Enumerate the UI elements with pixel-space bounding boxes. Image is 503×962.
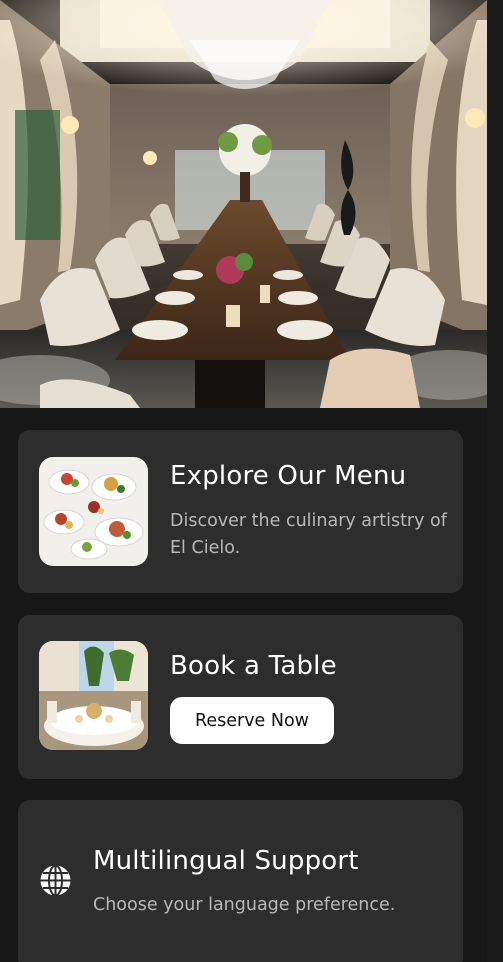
book-table-card: Book a Table Reserve Now: [18, 615, 463, 779]
app-screen: Explore Our Menu Discover the culinary a…: [0, 0, 503, 962]
explore-menu-title: Explore Our Menu: [170, 461, 407, 491]
reserve-now-button[interactable]: Reserve Now: [170, 697, 334, 744]
multilingual-support-description: Choose your language preference.: [93, 895, 396, 915]
dining-room-illustration: [0, 0, 487, 408]
explore-menu-description: Discover the culinary artistry of El Cie…: [170, 511, 447, 558]
banquet-image: [39, 641, 148, 750]
globe-icon: [39, 864, 72, 897]
plated-dishes-illustration: [39, 457, 148, 566]
book-table-title: Book a Table: [170, 651, 337, 681]
explore-menu-card[interactable]: Explore Our Menu Discover the culinary a…: [18, 430, 463, 593]
hero-image: [0, 0, 487, 408]
multilingual-support-card[interactable]: Multilingual Support Choose your languag…: [18, 800, 463, 962]
multilingual-support-title: Multilingual Support: [93, 846, 359, 876]
outdoor-banquet-illustration: [39, 641, 148, 750]
menu-dishes-image: [39, 457, 148, 566]
scroll-track: [487, 0, 503, 962]
